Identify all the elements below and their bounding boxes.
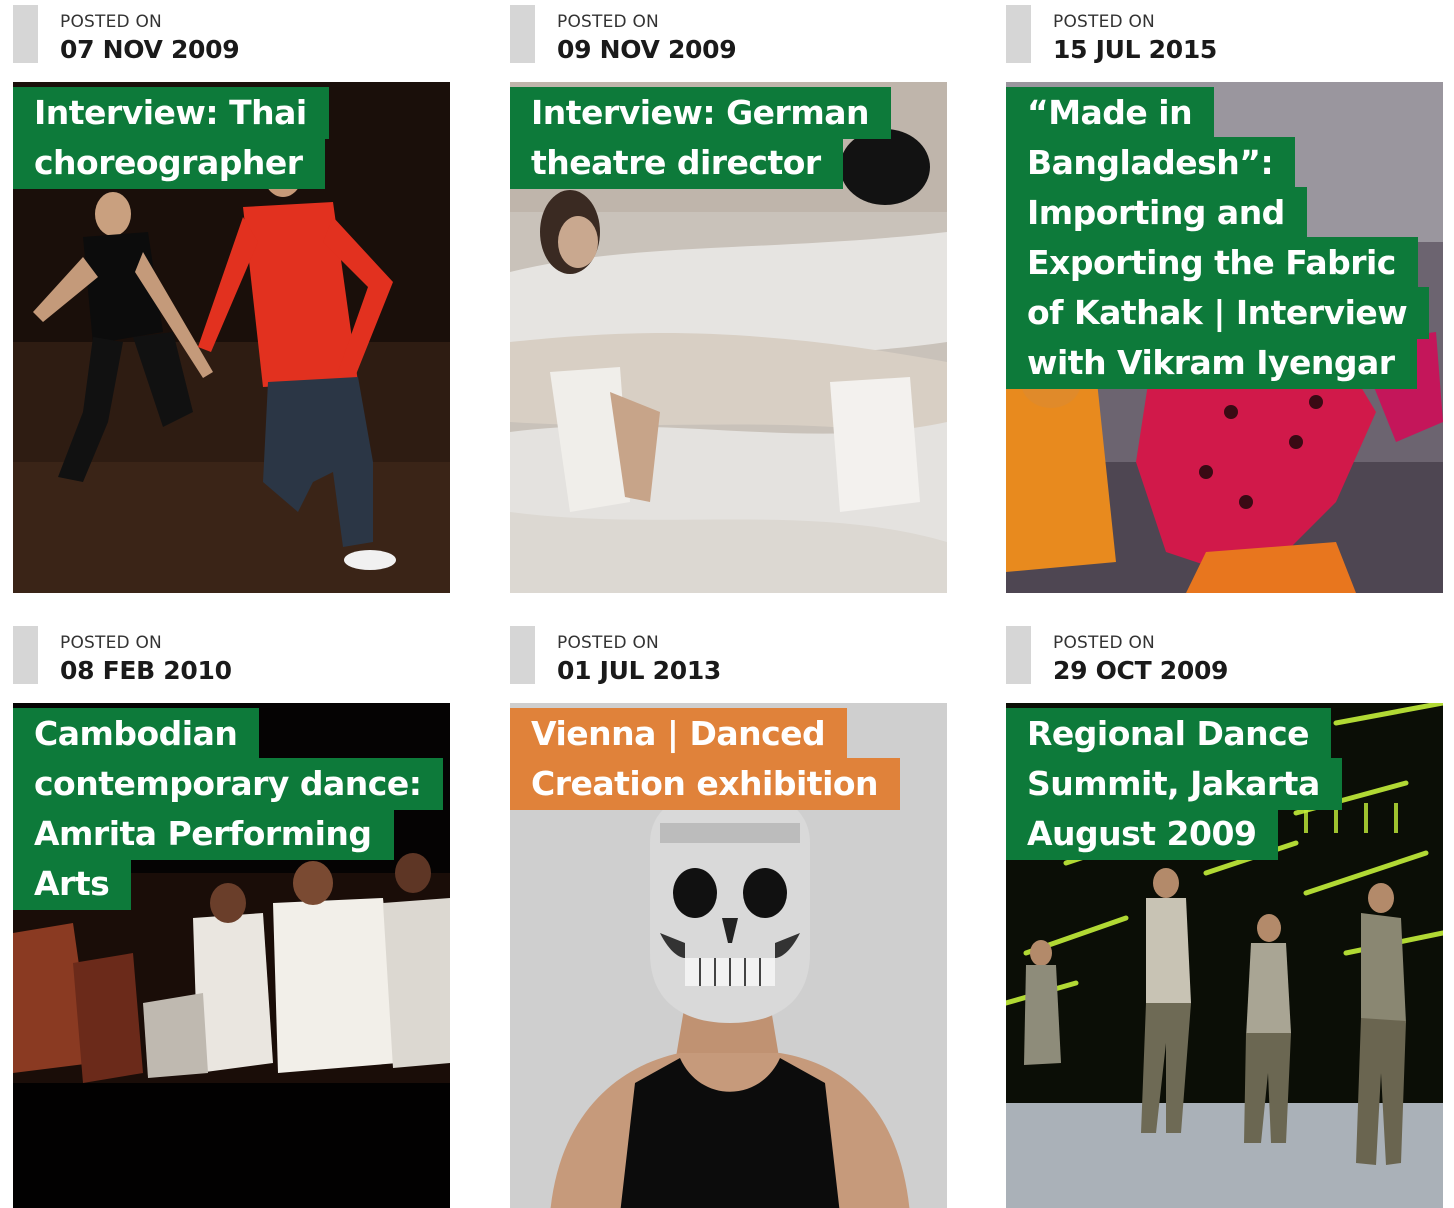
posted-on-label: POSTED ON (1053, 633, 1155, 653)
post-title[interactable]: Vienna | Danced Creation exhibition (510, 708, 930, 810)
post-date: 09 NOV 2009 (557, 35, 737, 64)
post-thumbnail-link[interactable]: Interview: Thai choreographer (13, 82, 450, 593)
post-card: POSTED ON 07 NOV 2009 Interview: Thai ch… (13, 0, 450, 593)
post-thumbnail-link[interactable]: Cambodian contemporary dance: Amrita Per… (13, 703, 450, 1208)
posted-on-label: POSTED ON (60, 633, 162, 653)
date-accent-bar (13, 626, 38, 684)
post-title[interactable]: Interview: German theatre director (510, 87, 930, 189)
post-title[interactable]: Cambodian contemporary dance: Amrita Per… (13, 708, 444, 910)
date-accent-bar (510, 5, 535, 63)
post-meta: POSTED ON 01 JUL 2013 (510, 621, 947, 703)
post-date: 07 NOV 2009 (60, 35, 240, 64)
post-date: 15 JUL 2015 (1053, 35, 1218, 64)
post-meta: POSTED ON 07 NOV 2009 (13, 0, 450, 82)
date-accent-bar (1006, 626, 1031, 684)
date-accent-bar (1006, 5, 1031, 63)
post-date: 08 FEB 2010 (60, 656, 232, 685)
post-thumbnail-link[interactable]: Regional Dance Summit, Jakarta August 20… (1006, 703, 1443, 1208)
posted-on-label: POSTED ON (60, 12, 162, 32)
post-meta: POSTED ON 09 NOV 2009 (510, 0, 947, 82)
date-accent-bar (13, 5, 38, 63)
post-card: POSTED ON 08 FEB 2010 Cambodian contempo… (13, 621, 450, 1208)
post-title[interactable]: Regional Dance Summit, Jakarta August 20… (1006, 708, 1426, 860)
post-thumbnail-link[interactable]: Interview: German theatre director (510, 82, 947, 593)
post-thumbnail-link[interactable]: Vienna | Danced Creation exhibition (510, 703, 947, 1208)
post-date: 29 OCT 2009 (1053, 656, 1229, 685)
post-card: POSTED ON 29 OCT 2009 Regional Dance Sum… (1006, 621, 1443, 1208)
post-title[interactable]: “Made in Bangladesh”: Importing and Expo… (1006, 87, 1430, 389)
post-meta: POSTED ON 08 FEB 2010 (13, 621, 450, 703)
post-card: POSTED ON 15 JUL 2015 “Made in Banglades… (1006, 0, 1443, 593)
posted-on-label: POSTED ON (557, 12, 659, 32)
date-accent-bar (510, 626, 535, 684)
post-thumbnail-link[interactable]: “Made in Bangladesh”: Importing and Expo… (1006, 82, 1443, 593)
post-title[interactable]: Interview: Thai choreographer (13, 87, 433, 189)
post-grid: POSTED ON 07 NOV 2009 Interview: Thai ch… (0, 0, 1454, 1208)
posted-on-label: POSTED ON (1053, 12, 1155, 32)
post-card: POSTED ON 01 JUL 2013 Vienna | Danced Cr… (510, 621, 947, 1208)
post-meta: POSTED ON 15 JUL 2015 (1006, 0, 1443, 82)
posted-on-label: POSTED ON (557, 633, 659, 653)
post-meta: POSTED ON 29 OCT 2009 (1006, 621, 1443, 703)
post-card: POSTED ON 09 NOV 2009 Interview: German … (510, 0, 947, 593)
post-date: 01 JUL 2013 (557, 656, 722, 685)
